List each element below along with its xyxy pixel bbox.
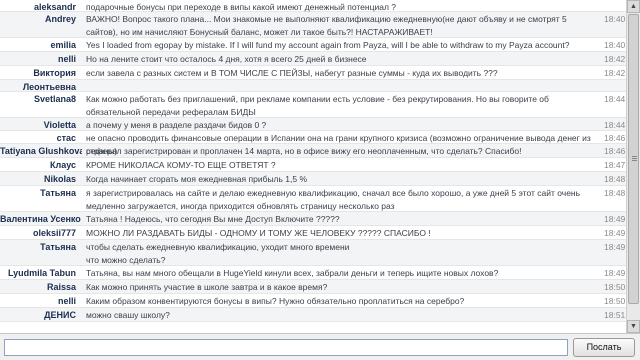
message-text (82, 80, 604, 81)
message-author: Татьяна (40, 242, 76, 252)
message-text: Yes I loaded from egopay by mistake. If … (86, 40, 570, 50)
chat-scrollbar[interactable]: ▲ ▼ (626, 0, 640, 333)
chat-message: Виктория если завела с разных систем и В … (0, 66, 626, 80)
message-time: 18:48 (604, 174, 626, 184)
message-time (604, 80, 626, 81)
message-time: 18:49 (604, 242, 626, 252)
message-author: Violetta (43, 120, 76, 130)
message-text: ВАЖНО! Вопрос такого плана... Мои знаком… (86, 14, 567, 37)
message-text: МОЖНО ЛИ РАЗДАВАТЬ БИДЫ - ОДНОМУ И ТОМУ … (86, 228, 431, 238)
message-author: стас (56, 133, 76, 143)
message-list: aleksandr подарочные бонусы при переходе … (0, 0, 626, 322)
chat-message: aleksandr подарочные бонусы при переходе … (0, 0, 626, 12)
chat-message: oleksii777 МОЖНО ЛИ РАЗДАВАТЬ БИДЫ - ОДНО… (0, 226, 626, 240)
message-author: nelli (57, 54, 76, 64)
message-time: 18:50 (604, 296, 626, 306)
message-time: 18:49 (604, 228, 626, 238)
message-author: Татьяна (40, 188, 76, 198)
message-text: КРОМЕ НИКОЛАСА КОМУ-ТО ЕЩЕ ОТВЕТЯТ ? (86, 160, 276, 170)
message-time: 18:40 (604, 40, 626, 50)
message-time: 18:48 (604, 188, 626, 198)
chat-log: aleksandr подарочные бонусы при переходе … (0, 0, 626, 333)
message-time: 18:49 (604, 268, 626, 278)
message-text: Татьяна ! Надеюсь, что сегодня Вы мне До… (86, 214, 340, 224)
chat-message: Леонтьевна (0, 80, 626, 92)
message-text: если завела с разных систем и В ТОМ ЧИСЛ… (86, 68, 498, 78)
message-time: 18:46 (604, 133, 626, 143)
message-author: Lyudmila Tabun (7, 268, 76, 278)
message-time: 18:40 (604, 14, 626, 24)
message-text: Каким образом конвентируются бонусы в ви… (86, 296, 465, 306)
message-author: Виктория (33, 68, 76, 78)
scroll-up-arrow-icon[interactable]: ▲ (627, 0, 640, 13)
chat-message: Raissa Как можно принять участие в школе … (0, 280, 626, 294)
message-author: Tatiyana Glushkova (0, 146, 82, 156)
send-button[interactable]: Послать (573, 338, 635, 357)
message-time: 18:49 (604, 214, 626, 224)
message-author: Валентина Усенко (0, 214, 81, 224)
chat-message: Татьяна чтобы сделать ежедневную квалифик… (0, 240, 626, 266)
message-author: emilia (50, 40, 76, 50)
message-time: 18:44 (604, 120, 626, 130)
message-text: Но на лените стоит что осталось 4 дня, х… (86, 54, 367, 64)
message-input[interactable] (4, 339, 568, 356)
message-text: Как можно работать без приглашений, при … (86, 94, 549, 117)
compose-bar: Послать (0, 333, 640, 360)
chat-message: Andrey ВАЖНО! Вопрос такого плана... Мои … (0, 12, 626, 38)
message-text: Как можно принять участие в школе завтра… (86, 282, 328, 292)
message-time: 18:50 (604, 282, 626, 292)
scroll-thumb[interactable] (628, 14, 639, 304)
message-author: Nikolas (43, 174, 76, 184)
message-text: Татьяна, вы нам много обещали в HugeYiel… (86, 268, 499, 278)
chat-message: Татьяна я зарегистрировалась на сайте и д… (0, 186, 626, 212)
message-author: oleksii777 (32, 228, 76, 238)
message-time: 18:44 (604, 94, 626, 104)
chat-message: стас не опасно проводить финансовые опера… (0, 131, 626, 156)
chat-message: Клаус КРОМЕ НИКОЛАСА КОМУ-ТО ЕЩЕ ОТВЕТЯТ … (0, 158, 626, 172)
message-time: 18:46 (604, 146, 626, 156)
chat-message: Svetlana8 Как можно работать без приглаше… (0, 92, 626, 118)
message-author: Svetlana8 (33, 94, 76, 104)
message-author: Raissa (46, 282, 76, 292)
message-author: Andrey (44, 14, 76, 24)
chat-message: Lyudmila Tabun Татьяна, вы нам много обещ… (0, 266, 626, 280)
message-author: ДЕНИС (44, 310, 76, 320)
message-text: Когда начинает сгорать моя ежедневная пр… (86, 174, 308, 184)
message-text: а почему у меня в разделе раздачи бидов … (86, 120, 267, 130)
chat-message: Tatiyana Glushkova реферал зарегистрирова… (0, 144, 626, 158)
chat-message: Валентина Усенко Татьяна ! Надеюсь, что с… (0, 212, 626, 226)
message-text: я зарегистрировалась на сайте и делаю еж… (86, 188, 581, 211)
message-author: nelli (57, 296, 76, 306)
message-time: 18:42 (604, 68, 626, 78)
message-time: 18:51 (604, 310, 626, 320)
chat-message: nelli Каким образом конвентируются бонусы… (0, 294, 626, 308)
chat-message: nelli Но на лените стоит что осталось 4 д… (0, 52, 626, 66)
scroll-down-arrow-icon[interactable]: ▼ (627, 320, 640, 333)
message-author: Клаус (49, 160, 76, 170)
message-time: 18:47 (604, 160, 626, 170)
chat-message: Nikolas Когда начинает сгорать моя ежедне… (0, 172, 626, 186)
message-time (604, 0, 626, 1)
chat-message: emilia Yes I loaded from egopay by mistak… (0, 38, 626, 52)
chat-message: ДЕНИС можно свашу школу? 18:51 (0, 308, 626, 322)
message-text: чтобы сделать ежедневную квалификацию, у… (86, 242, 350, 265)
message-time: 18:42 (604, 54, 626, 64)
message-text: реферал зарегистрирован и проплачен 14 м… (86, 146, 522, 156)
message-text: можно свашу школу? (86, 310, 170, 320)
chat-message: Violetta а почему у меня в разделе раздач… (0, 118, 626, 131)
